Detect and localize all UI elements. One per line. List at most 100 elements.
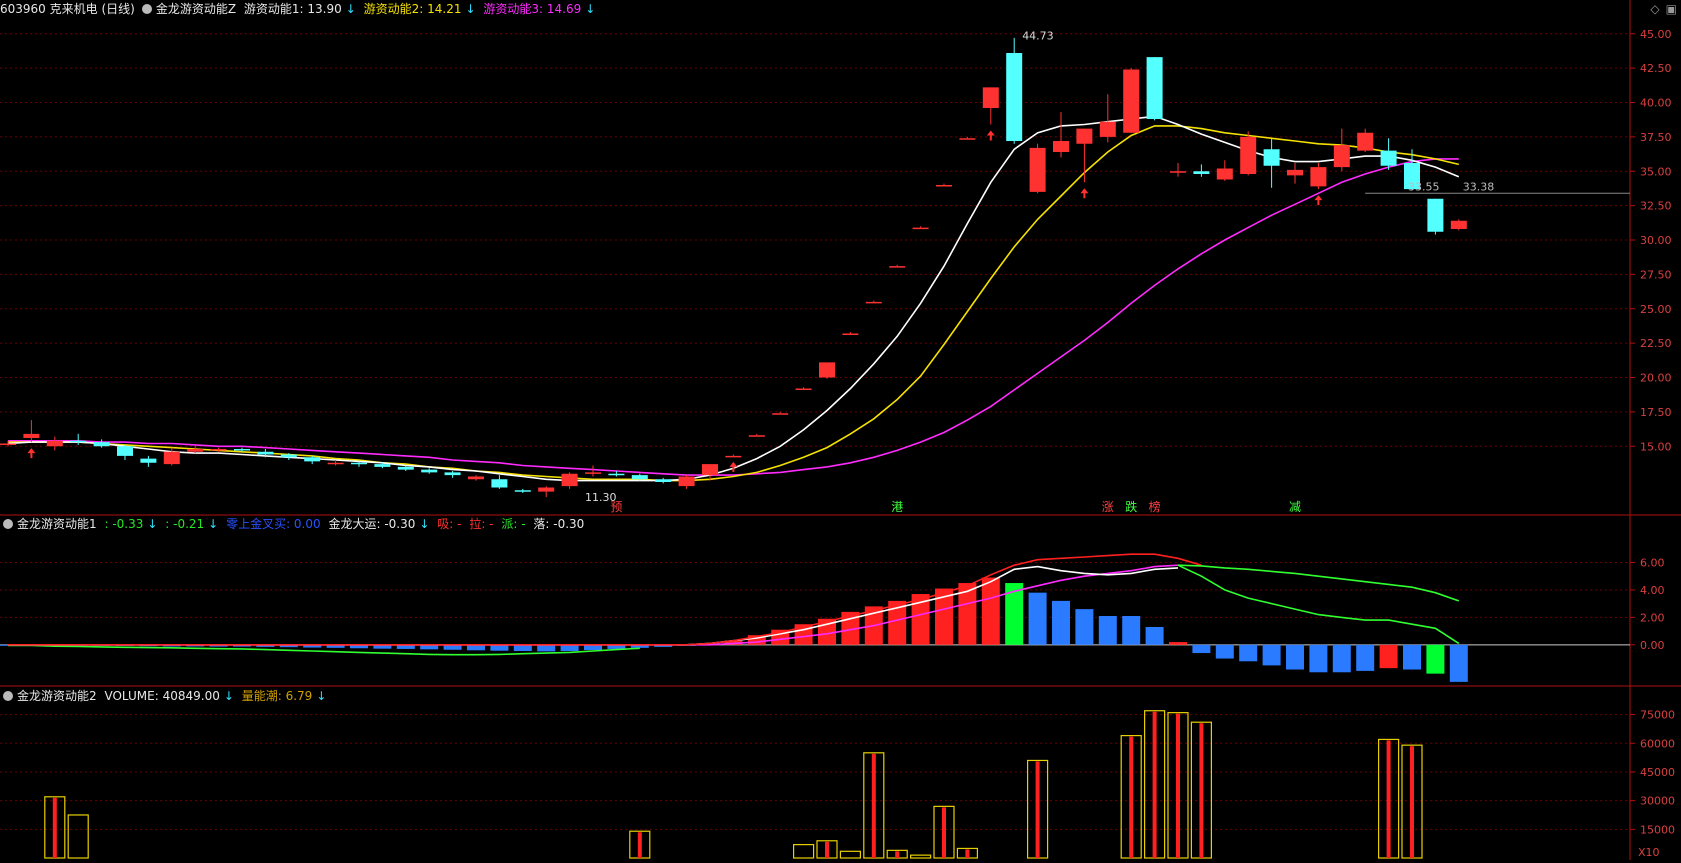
y-tick-label: 27.50 (1640, 268, 1672, 281)
signal-label: 涨 (1102, 499, 1114, 514)
candle-body (1310, 167, 1327, 187)
y-tick-label: 2.00 (1640, 611, 1665, 624)
y-tick-label: 60000 (1640, 737, 1675, 750)
sub2-energy: 量能潮: 6.79 (241, 689, 313, 703)
volume-scale-label: X10 (1638, 846, 1660, 859)
down-arrow-icon: ↓ (465, 2, 476, 16)
y-tick-label: 4.00 (1640, 584, 1665, 597)
candle-body (514, 490, 531, 492)
candle-body (117, 446, 133, 456)
histogram-bar (981, 577, 1000, 645)
candle-body (561, 473, 578, 487)
candle-body (1029, 147, 1046, 192)
volume-bar-core (942, 807, 946, 858)
candle-body (936, 185, 952, 187)
signal-label: 预 (610, 500, 622, 514)
histogram-bar (1028, 592, 1047, 645)
signal-label: 榜 (1149, 499, 1161, 514)
candle-body (819, 362, 835, 378)
candle-body (210, 449, 227, 451)
volume-bar-core (52, 797, 57, 858)
y-tick-label: 45.00 (1640, 28, 1672, 41)
candle-body (1287, 169, 1303, 176)
down-arrow-icon: ↓ (208, 517, 219, 531)
candle-body (0, 443, 16, 445)
up-arrow-icon (27, 448, 36, 459)
histogram-bar (1262, 644, 1281, 666)
price-label-high: 44.73 (1022, 29, 1053, 42)
candle-body (655, 479, 672, 482)
main-indicator-name[interactable]: 金龙游资动能Z (156, 2, 236, 16)
histogram-bar (1403, 644, 1421, 670)
candle-body (608, 473, 625, 476)
volume-bar (792, 844, 815, 859)
series-line-magenta (8, 564, 1179, 646)
y-tick-label: 40.00 (1640, 97, 1672, 110)
diamond-icon[interactable]: ◇ (1650, 2, 1659, 16)
y-tick-label: 15000 (1640, 823, 1675, 836)
up-arrow-icon (1314, 195, 1323, 206)
candle-body (374, 464, 391, 467)
gear-icon[interactable] (141, 4, 152, 14)
volume-bar-core (1199, 723, 1204, 858)
candle-body (1216, 168, 1233, 180)
sub2-name[interactable]: 金龙游资动能2 (17, 689, 97, 703)
sub1-v2: : -0.21 (165, 517, 205, 531)
histogram-bar (513, 644, 532, 651)
candle-body (959, 138, 976, 140)
sub1-v8: 落: -0.30 (533, 517, 585, 531)
volume-bar-core (1152, 711, 1157, 858)
candle-body (725, 455, 742, 458)
volume-bar (909, 854, 932, 859)
sub1-v7: 派: - (501, 517, 526, 531)
candle-body (795, 388, 812, 390)
histogram-bar (1356, 644, 1375, 671)
histogram-bar (1052, 600, 1070, 645)
gear-icon[interactable] (3, 519, 13, 529)
histogram-bar (1449, 644, 1468, 682)
y-tick-label: 15.00 (1640, 440, 1672, 453)
sub1-name[interactable]: 金龙游资动能1 (17, 517, 97, 531)
up-arrow-icon (986, 130, 995, 141)
histogram-bar (1426, 644, 1445, 674)
candle-body (397, 466, 414, 470)
down-arrow-icon: ↓ (419, 517, 430, 531)
candle-body (1240, 136, 1257, 174)
candle-body (842, 333, 859, 335)
candle-body (772, 413, 789, 415)
sub1-header: 金龙游资动能1 : -0.33 ↓ : -0.21 ↓ 零上金叉买: 0.00 金龙… (0, 515, 588, 533)
histogram-bar (560, 644, 579, 651)
histogram-bar (490, 644, 509, 651)
candle-body (351, 462, 367, 465)
line2-value: 游资动能2: 14.21 (363, 2, 462, 16)
candle-body (304, 457, 321, 462)
histogram-bar (1286, 644, 1304, 670)
down-arrow-icon: ↓ (147, 517, 158, 531)
candle-body (93, 442, 110, 447)
candle-body (491, 479, 508, 488)
gear-icon[interactable] (3, 691, 13, 701)
y-tick-label: 0.00 (1640, 639, 1665, 652)
candle-body (1146, 57, 1163, 119)
histogram-bar (1332, 644, 1351, 673)
y-tick-label: 30000 (1640, 795, 1675, 808)
candle-body (70, 440, 87, 443)
series-line-2 (8, 125, 1459, 482)
candle-body (1380, 150, 1397, 166)
volume-bar (67, 814, 89, 859)
volume-bar-core (1410, 746, 1414, 858)
volume-bar-core (965, 849, 970, 858)
sub1-v5: 吸: - (437, 517, 462, 531)
candle-body (280, 454, 297, 458)
histogram-bar (1215, 644, 1234, 659)
histogram-bar (584, 644, 602, 651)
candle-body (421, 469, 438, 473)
candle-body (1427, 198, 1444, 232)
candle-body (140, 458, 157, 463)
signal-label: 跌 (1125, 499, 1137, 514)
up-arrow-icon (1080, 188, 1089, 199)
candle-body (1193, 171, 1210, 174)
stock-title[interactable]: 603960 克来机电 (日线) (0, 2, 135, 16)
panel-toggle-icon[interactable]: ▣ (1666, 2, 1677, 16)
series-line-white (8, 565, 1179, 646)
